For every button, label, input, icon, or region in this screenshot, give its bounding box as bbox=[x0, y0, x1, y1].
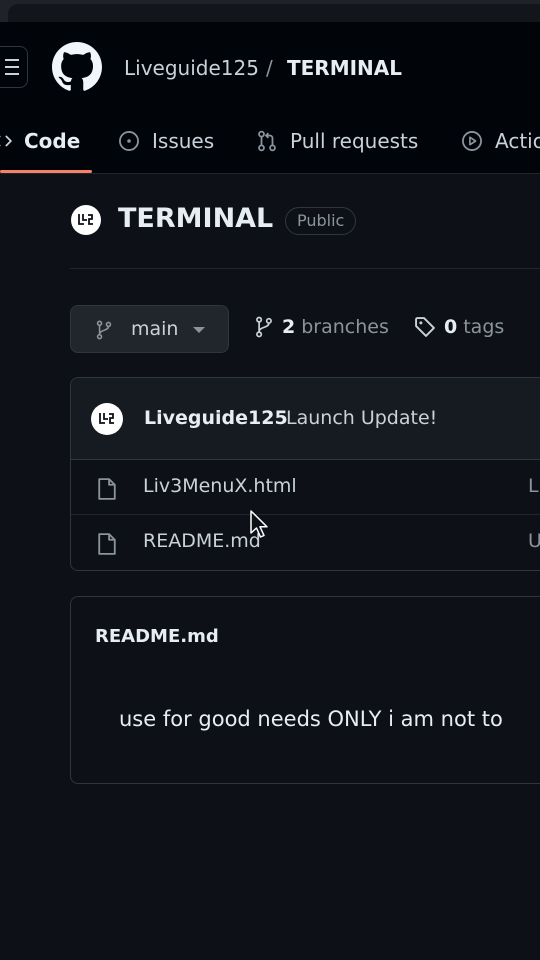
selected-tab-underline bbox=[0, 170, 92, 173]
branch-name: main bbox=[131, 318, 179, 340]
browser-top-strip bbox=[0, 0, 540, 26]
avatar-glyph-icon bbox=[78, 214, 93, 225]
file-icon bbox=[98, 478, 116, 500]
branch-select-button[interactable]: main bbox=[70, 305, 229, 353]
play-icon bbox=[462, 131, 482, 151]
tags-label: tags bbox=[463, 316, 505, 338]
file-list: Liveguide125 Launch Update! Liv3MenuX.ht… bbox=[70, 377, 540, 571]
tab-actions-label: Actions bbox=[495, 129, 540, 153]
tab-pull-requests-label: Pull requests bbox=[290, 129, 419, 153]
file-name-link[interactable]: Liv3MenuX.html bbox=[143, 475, 297, 497]
git-branch-icon bbox=[256, 316, 272, 338]
file-row[interactable]: Liv3MenuX.html L bbox=[71, 460, 540, 515]
divider bbox=[70, 268, 540, 269]
visibility-badge: Public bbox=[285, 207, 357, 235]
git-pull-request-icon bbox=[258, 130, 276, 152]
file-commit-message[interactable]: L bbox=[528, 475, 539, 497]
file-commit-message[interactable]: U bbox=[528, 530, 540, 552]
tags-link[interactable]: 0 tags bbox=[414, 316, 504, 338]
tab-code-label: Code bbox=[24, 129, 81, 153]
repo-title[interactable]: TERMINAL bbox=[118, 203, 273, 234]
site-header: Liveguide125 / TERMINAL Code Issues Pull… bbox=[0, 22, 540, 174]
readme-title[interactable]: README.md bbox=[95, 626, 219, 647]
file-name-link[interactable]: README.md bbox=[143, 530, 261, 552]
tab-code[interactable]: Code bbox=[0, 126, 80, 156]
code-icon bbox=[0, 135, 12, 147]
file-row[interactable]: README.md U bbox=[71, 515, 540, 570]
tab-issues[interactable]: Issues bbox=[118, 126, 214, 156]
github-logo-icon[interactable] bbox=[52, 42, 102, 92]
branches-label: branches bbox=[301, 316, 389, 338]
chevron-down-icon bbox=[193, 327, 205, 333]
tab-actions[interactable]: Actions bbox=[461, 126, 540, 156]
latest-commit-row: Liveguide125 Launch Update! bbox=[71, 378, 540, 460]
git-branch-icon bbox=[96, 320, 112, 340]
tag-icon bbox=[415, 317, 435, 337]
file-icon bbox=[98, 533, 116, 555]
tags-count: 0 bbox=[444, 316, 458, 338]
breadcrumb-repo-link[interactable]: TERMINAL bbox=[287, 56, 402, 80]
repo-owner-avatar[interactable] bbox=[71, 205, 101, 235]
github-repo-page: Liveguide125 / TERMINAL Code Issues Pull… bbox=[0, 0, 540, 960]
commit-author-link[interactable]: Liveguide125 bbox=[144, 407, 288, 429]
tab-issues-label: Issues bbox=[152, 129, 215, 153]
breadcrumb-separator: / bbox=[266, 56, 273, 80]
mouse-cursor-icon bbox=[250, 510, 268, 538]
readme-panel: README.md use for good needs ONLY i am n… bbox=[70, 596, 540, 784]
readme-body-text: use for good needs ONLY i am not to bbox=[119, 707, 503, 731]
commit-message-link[interactable]: Launch Update! bbox=[286, 407, 437, 429]
breadcrumb-owner-link[interactable]: Liveguide125 bbox=[124, 56, 259, 80]
issue-opened-icon bbox=[119, 131, 139, 151]
branches-count: 2 bbox=[282, 316, 296, 338]
commit-author-avatar[interactable] bbox=[91, 403, 123, 435]
avatar-glyph-icon bbox=[99, 413, 114, 424]
branches-link[interactable]: 2 branches bbox=[254, 316, 389, 338]
tab-pull-requests[interactable]: Pull requests bbox=[256, 126, 418, 156]
hamburger-menu-button[interactable] bbox=[0, 46, 28, 88]
